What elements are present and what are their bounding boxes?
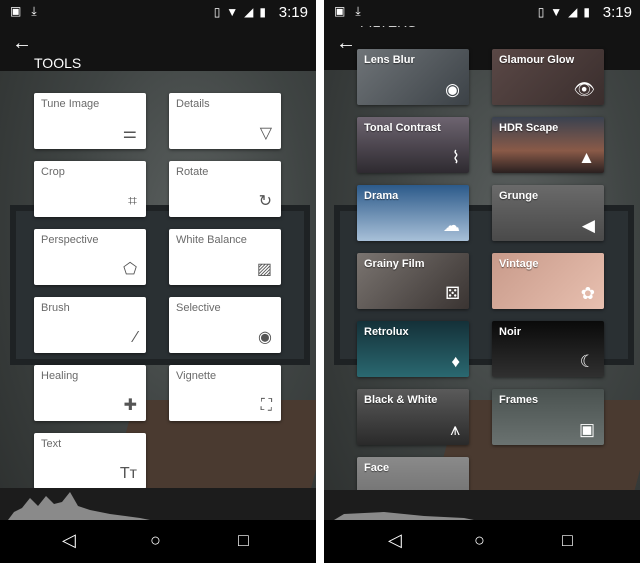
filter-card-drama[interactable]: Drama ☁ <box>357 185 469 241</box>
tool-label: Brush <box>41 302 70 314</box>
frame-icon: ▣ <box>578 420 595 439</box>
filter-label: Drama <box>364 190 399 202</box>
tools-screen: ▣⤓ ▯▼◢▮ 3:19 ← TOOLS Tune Image ⚌ Details ▽… <box>0 0 316 563</box>
system-icons: ▯▼◢▮ <box>213 5 272 19</box>
nav-home-button[interactable]: ○ <box>474 530 485 551</box>
pulse-icon: ⌇ <box>451 148 460 167</box>
clock: 3:19 <box>278 4 308 21</box>
tool-label: Tune Image <box>41 98 100 110</box>
tool-card-vignette[interactable]: Vignette ⛶ <box>169 365 281 421</box>
filter-label: Vintage <box>499 258 539 270</box>
tool-card-brush[interactable]: Brush ⁄ <box>34 297 146 353</box>
page-title: TOOLS <box>34 55 82 71</box>
cloud-icon: ☁ <box>443 216 460 235</box>
filter-card-black-white[interactable]: Black & White ⩚ <box>357 389 469 445</box>
filter-card-hdr-scape[interactable]: HDR Scape ▲ <box>492 117 604 173</box>
nav-recents-button[interactable]: □ <box>238 530 249 551</box>
brush-icon: ⁄ <box>134 329 137 346</box>
notification-icons: ▣⤓ <box>334 4 371 18</box>
bandage-icon: ✚ <box>123 397 137 414</box>
nav-back-button[interactable]: ◁ <box>388 530 402 551</box>
nav-back-button[interactable]: ◁ <box>62 530 76 551</box>
tool-card-healing[interactable]: Healing ✚ <box>34 365 146 421</box>
filter-card-lens-blur[interactable]: Lens Blur ◉ <box>357 49 469 105</box>
rotate-icon: ↻ <box>258 193 272 210</box>
filter-label: HDR Scape <box>499 122 559 134</box>
histogram <box>0 488 316 520</box>
tool-label: Text <box>41 438 62 450</box>
eye-icon: 👁 <box>573 80 595 99</box>
filter-label: Frames <box>499 394 539 406</box>
eiffel-tower-icon: ⩚ <box>450 420 460 439</box>
selective-icon: ◉ <box>258 329 272 346</box>
back-arrow-icon[interactable]: ← <box>12 32 32 55</box>
target-icon: ◉ <box>445 80 460 99</box>
filter-label: Tonal Contrast <box>364 122 441 134</box>
nav-recents-button[interactable]: □ <box>562 530 573 551</box>
filter-label: Retrolux <box>364 326 409 338</box>
vignette-icon: ⛶ <box>260 397 272 414</box>
filter-card-noir[interactable]: Noir ☾ <box>492 321 604 377</box>
filter-label: Noir <box>499 326 521 338</box>
tool-label: Crop <box>41 166 65 178</box>
tool-label: Rotate <box>176 166 209 178</box>
system-icons: ▯▼◢▮ <box>537 5 596 19</box>
text-icon: Tт <box>119 465 137 482</box>
filter-label: Grunge <box>499 190 539 202</box>
tool-label: Perspective <box>41 234 99 246</box>
flower-icon: ✿ <box>580 284 595 303</box>
perspective-icon: ⬠ <box>123 261 137 278</box>
tool-label: Vignette <box>176 370 217 382</box>
navigation-bar: ◁ ○ □ <box>324 520 640 563</box>
notification-icons: ▣⤓ <box>10 4 47 18</box>
tool-card-white-balance[interactable]: White Balance ▨ <box>169 229 281 285</box>
dice-icon: ⚄ <box>445 284 460 303</box>
filter-label: Glamour Glow <box>499 54 575 66</box>
triangle-down-icon: ▽ <box>259 125 272 142</box>
nav-home-button[interactable]: ○ <box>150 530 161 551</box>
status-bar: ▣⤓ ▯▼◢▮ 3:19 <box>324 0 640 26</box>
megaphone-icon: ◀ <box>581 216 595 235</box>
tool-label: White Balance <box>176 234 247 246</box>
filter-card-frames[interactable]: Frames ▣ <box>492 389 604 445</box>
tool-card-crop[interactable]: Crop ⌗ <box>34 161 146 217</box>
tool-card-selective[interactable]: Selective ◉ <box>169 297 281 353</box>
tool-card-details[interactable]: Details ▽ <box>169 93 281 149</box>
histogram <box>324 490 640 520</box>
tool-label: Details <box>176 98 210 110</box>
filter-card-retrolux[interactable]: Retrolux ♦ <box>357 321 469 377</box>
tool-label: Selective <box>176 302 221 314</box>
filter-label: Grainy Film <box>364 258 425 270</box>
tool-card-tune-image[interactable]: Tune Image ⚌ <box>34 93 146 149</box>
filters-screen: ← FILTERS ▣⤓ ▯▼◢▮ 3:19 Lens Blur◉Glamour… <box>324 0 640 563</box>
pin-icon: ♦ <box>451 352 460 371</box>
filter-label: Lens Blur <box>364 54 415 66</box>
clock: 3:19 <box>602 4 632 21</box>
filter-card-glamour-glow[interactable]: Glamour Glow 👁 <box>492 49 604 105</box>
crop-icon: ⌗ <box>127 193 137 210</box>
tool-card-perspective[interactable]: Perspective ⬠ <box>34 229 146 285</box>
filter-card-grunge[interactable]: Grunge ◀ <box>492 185 604 241</box>
filter-card-vintage[interactable]: Vintage ✿ <box>492 253 604 309</box>
filter-card-grainy-film[interactable]: Grainy Film ⚄ <box>357 253 469 309</box>
filter-card-tonal-contrast[interactable]: Tonal Contrast ⌇ <box>357 117 469 173</box>
navigation-bar: ◁ ○ □ <box>0 520 316 563</box>
sliders-icon: ⚌ <box>122 125 137 142</box>
tool-card-rotate[interactable]: Rotate ↻ <box>169 161 281 217</box>
moon-icon: ☾ <box>579 352 595 371</box>
filter-label: Black & White <box>364 394 438 406</box>
mountain-icon: ▲ <box>578 148 595 167</box>
white-balance-icon: ▨ <box>256 261 272 278</box>
back-arrow-icon[interactable]: ← <box>336 32 356 55</box>
toolbar: ← TOOLS <box>0 26 316 71</box>
tool-card-text[interactable]: Text Tт <box>34 433 146 489</box>
status-bar: ▣⤓ ▯▼◢▮ 3:19 <box>0 0 316 26</box>
filter-label: Face <box>364 462 390 474</box>
tool-label: Healing <box>41 370 79 382</box>
